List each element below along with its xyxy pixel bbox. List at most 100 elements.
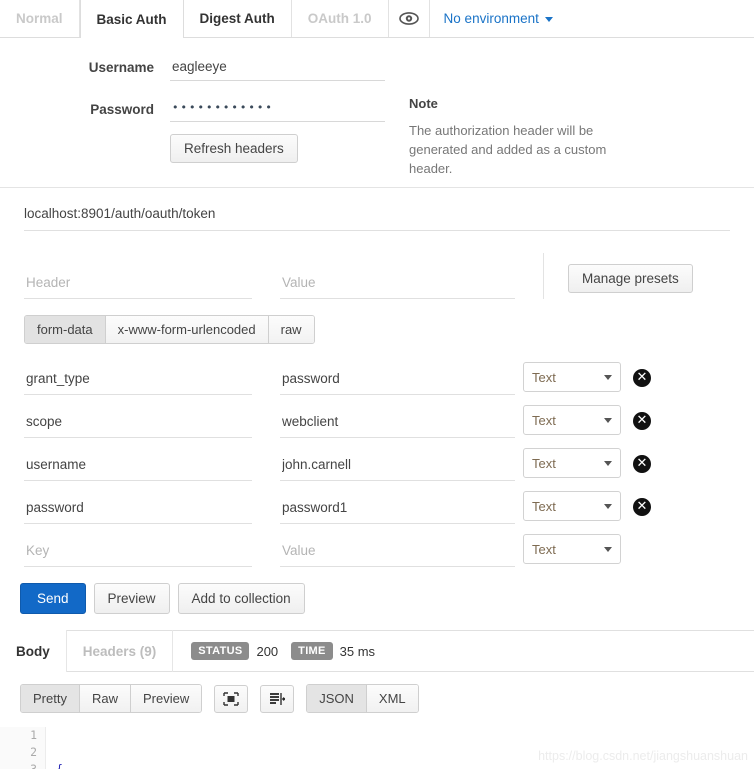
body-type-form-data[interactable]: form-data — [25, 316, 106, 343]
url-bar — [0, 188, 754, 241]
preview-button[interactable]: Preview — [93, 583, 170, 614]
tab-digest-auth[interactable]: Digest Auth — [183, 0, 292, 37]
wrap-lines-icon[interactable] — [260, 684, 295, 713]
form-data-key-input-0[interactable] — [24, 367, 252, 395]
status-badge: STATUS — [191, 642, 250, 660]
tab-normal[interactable]: Normal — [0, 0, 80, 37]
url-input[interactable] — [24, 202, 730, 231]
form-data-type-select-0[interactable]: Text — [523, 362, 621, 392]
delete-row-button-2[interactable]: ✕ — [633, 455, 651, 473]
form-data-type-label-3: Text — [532, 498, 556, 514]
tab-basic-auth-label: Basic Auth — [96, 11, 167, 27]
fullscreen-icon[interactable] — [214, 684, 249, 713]
table-row: Text ✕ — [0, 352, 754, 395]
form-data-key-input-2[interactable] — [24, 453, 252, 481]
table-row: Text ✕ — [0, 438, 754, 481]
form-data-type-select-1[interactable]: Text — [523, 405, 621, 435]
tab-basic-auth[interactable]: Basic Auth — [79, 0, 184, 38]
time-badge: TIME — [291, 642, 333, 660]
header-value-input[interactable] — [280, 271, 515, 299]
line-number: 1 — [30, 728, 37, 742]
chevron-down-icon — [604, 374, 612, 380]
vertical-divider — [543, 253, 544, 299]
delete-row-button-3[interactable]: ✕ — [633, 498, 651, 516]
header-key-input[interactable] — [24, 271, 252, 299]
body-type-tabs: form-data x-www-form-urlencoded raw — [24, 315, 315, 344]
line-number: 2 — [30, 745, 37, 759]
format-group: JSON XML — [306, 684, 419, 713]
form-data-type-label-1: Text — [532, 412, 556, 428]
header-value-row: Manage presets — [0, 241, 754, 299]
view-mode-raw[interactable]: Raw — [79, 685, 131, 712]
form-data-type-label-0: Text — [532, 369, 556, 385]
form-data-key-input-1[interactable] — [24, 410, 252, 438]
line-number-gutter: 1 2 3 4 5 6 7 — [0, 727, 46, 769]
note-box: Note The authorization header will be ge… — [409, 96, 609, 178]
form-data-value-input-3[interactable] — [280, 496, 515, 524]
form-data-type-select-2[interactable]: Text — [523, 448, 621, 478]
form-data-key-input-3[interactable] — [24, 496, 252, 524]
delete-row-button-1[interactable]: ✕ — [633, 412, 651, 430]
form-data-value-input-1[interactable] — [280, 410, 515, 438]
refresh-headers-button[interactable]: Refresh headers — [170, 134, 298, 163]
form-data-key-input-new[interactable] — [24, 539, 252, 567]
response-meta: STATUS 200 TIME 35 ms — [191, 642, 381, 660]
note-text: The authorization header will be generat… — [409, 123, 607, 176]
chevron-down-icon — [604, 460, 612, 466]
rest-client-window: Normal Basic Auth Digest Auth OAuth 1.0 … — [0, 0, 754, 769]
table-row: Text ✕ — [0, 481, 754, 524]
form-data-type-select-3[interactable]: Text — [523, 491, 621, 521]
body-type-urlencoded[interactable]: x-www-form-urlencoded — [105, 316, 269, 343]
tab-normal-label: Normal — [16, 11, 63, 26]
username-label: Username — [88, 60, 154, 75]
auth-tab-bar: Normal Basic Auth Digest Auth OAuth 1.0 … — [0, 0, 754, 38]
chevron-down-icon — [544, 17, 553, 22]
tab-headers[interactable]: Headers (9) — [67, 630, 174, 672]
chevron-down-icon — [604, 546, 612, 552]
form-data-value-input-new[interactable] — [280, 539, 515, 567]
delete-row-button-0[interactable]: ✕ — [633, 369, 651, 387]
eye-icon[interactable] — [389, 0, 430, 37]
form-data-type-label-2: Text — [532, 455, 556, 471]
table-row: Text ✕ — [0, 395, 754, 438]
username-input[interactable] — [170, 54, 385, 81]
form-data-value-input-2[interactable] — [280, 453, 515, 481]
body-type-raw[interactable]: raw — [268, 316, 314, 343]
add-to-collection-button[interactable]: Add to collection — [177, 583, 305, 614]
form-data-rows: Text ✕ Text ✕ Text ✕ — [0, 344, 754, 567]
time-value: 35 ms — [339, 643, 376, 659]
environment-label: No environment — [443, 11, 539, 26]
view-mode-preview[interactable]: Preview — [130, 685, 202, 712]
line-number: 3 — [30, 762, 37, 769]
password-input[interactable]: •••••••••••• — [170, 97, 385, 122]
form-data-value-input-0[interactable] — [280, 367, 515, 395]
manage-presets-button[interactable]: Manage presets — [568, 264, 693, 293]
format-json[interactable]: JSON — [307, 685, 367, 712]
response-tab-bar: Body Headers (9) STATUS 200 TIME 35 ms — [0, 630, 754, 672]
code-line: { — [56, 762, 63, 769]
basic-auth-panel: Username Password •••••••••••• Refresh h… — [0, 38, 754, 188]
tab-oauth-1-label: OAuth 1.0 — [307, 11, 372, 26]
response-body-viewer: 1 2 3 4 5 6 7 { "access_token": "e7b665d… — [0, 723, 754, 769]
send-button[interactable]: Send — [20, 583, 86, 614]
view-mode-pretty[interactable]: Pretty — [21, 685, 80, 712]
tab-oauth-1[interactable]: OAuth 1.0 — [291, 0, 389, 37]
password-label: Password — [90, 102, 154, 117]
note-title: Note — [409, 96, 438, 111]
environment-selector[interactable]: No environment — [430, 0, 567, 37]
form-data-type-select-new[interactable]: Text — [523, 534, 621, 564]
chevron-down-icon — [604, 417, 612, 423]
chevron-down-icon — [604, 503, 612, 509]
request-actions: Send Preview Add to collection — [0, 567, 754, 630]
password-row: Password •••••••••••• — [0, 97, 754, 122]
format-xml[interactable]: XML — [366, 685, 418, 712]
form-data-type-label-new: Text — [532, 541, 556, 557]
view-mode-group: Pretty Raw Preview — [20, 684, 203, 713]
tab-digest-auth-label: Digest Auth — [199, 11, 275, 26]
table-row-empty: Text — [0, 524, 754, 567]
response-toolbar: Pretty Raw Preview JSON XML — [0, 672, 754, 723]
response-body-code[interactable]: { "access_token": "e7b665d3-48b9-4cc5-bf… — [46, 727, 471, 769]
tab-body[interactable]: Body — [0, 630, 67, 672]
status-value: 200 — [256, 643, 279, 659]
username-row: Username — [0, 54, 754, 81]
